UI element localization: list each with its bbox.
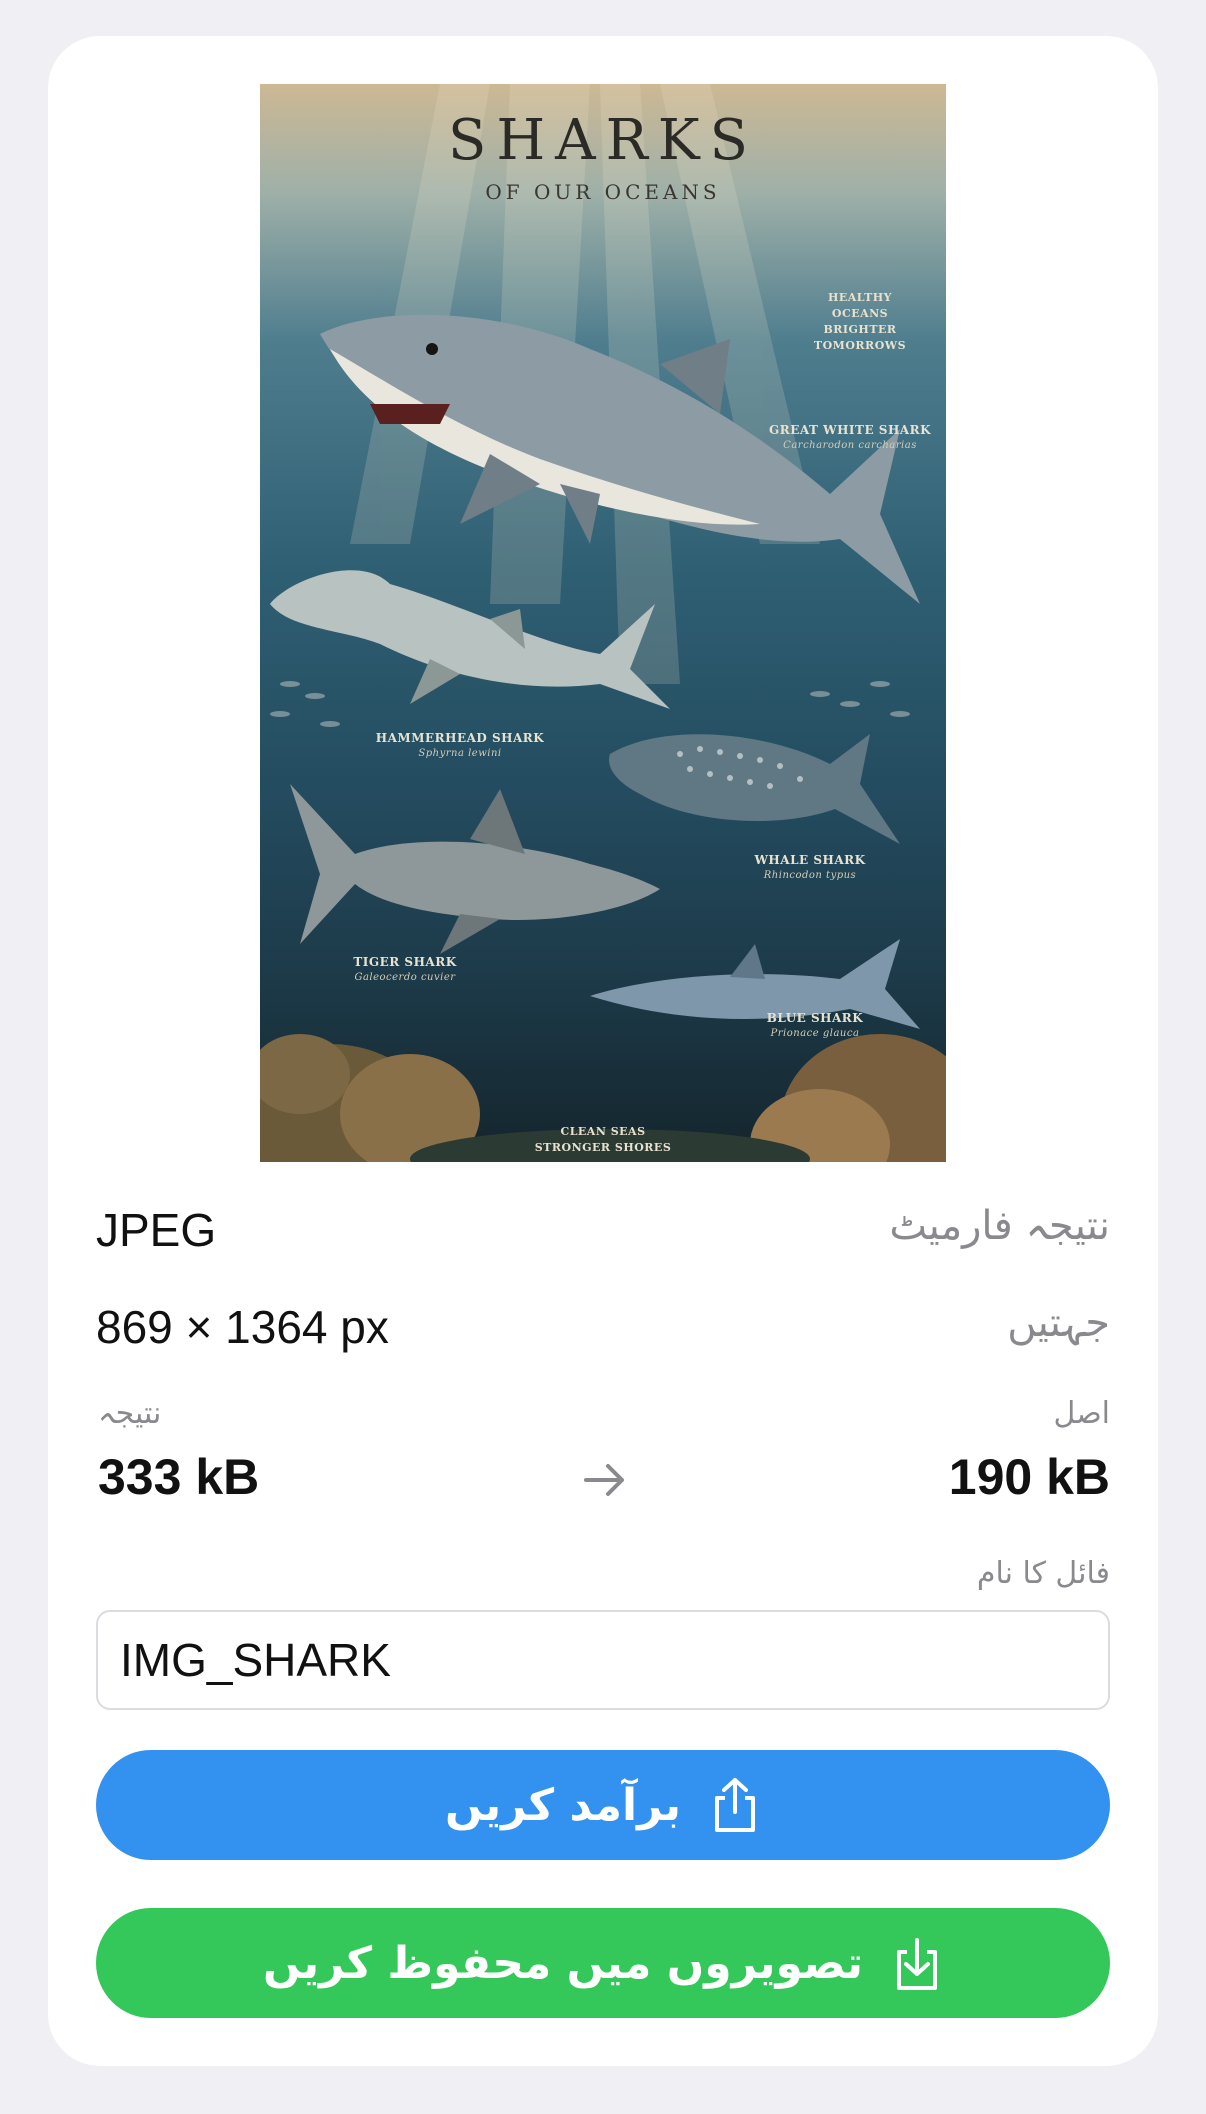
poster-label-whale: WHALE SHARK Rhincodon typus (754, 853, 866, 881)
share-icon (715, 1778, 756, 1832)
result-size-value: 333 kB (98, 1449, 260, 1505)
poster-title: SHARKS (447, 108, 758, 173)
poster-label-tiger: TIGER SHARK Galeocerdo cuvier (353, 955, 457, 983)
whale-shark (609, 734, 900, 844)
format-label: نتیجہ فارمیٹ (889, 1203, 1110, 1249)
school-of-fish (270, 681, 910, 727)
export-label: برآمد کریں (444, 1779, 682, 1831)
save-to-photos-button[interactable]: تصویروں میں محفوظ کریں (96, 1908, 1110, 2018)
poster-tagline: HEALTHY OCEANS BRIGHTER TOMORROWS (813, 291, 907, 352)
format-value: JPEG (96, 1204, 217, 1256)
dimensions-label: جہتیں (1007, 1300, 1110, 1346)
tiger-shark (290, 784, 660, 954)
save-to-photos-icon (897, 1938, 937, 1990)
poster-artwork (260, 84, 946, 1162)
export-button[interactable]: برآمد کریں (96, 1750, 1110, 1860)
filename-label: فائل کا نام (976, 1556, 1110, 1591)
hammerhead-shark (270, 570, 670, 709)
dimensions-row: 869 × 1364 px جہتیں (96, 1300, 1110, 1356)
arrow-right-icon (584, 1464, 624, 1496)
poster-footer: CLEAN SEAS STRONGER SHORES (534, 1125, 672, 1154)
format-row: JPEG نتیجہ فارمیٹ (96, 1203, 1110, 1259)
dimensions-value: 869 × 1364 px (96, 1301, 389, 1353)
filename-input[interactable] (96, 1610, 1110, 1710)
poster-label-hammerhead: HAMMERHEAD SHARK Sphyrna lewini (375, 731, 545, 759)
original-size-value: 190 kB (948, 1449, 1110, 1505)
poster-label-blue: BLUE SHARK Prionace glauca (766, 1011, 864, 1039)
poster-subtitle: OF OUR OCEANS (485, 180, 721, 204)
poster-label-great-white: GREAT WHITE SHARK Carcharodon carcharias (768, 423, 932, 451)
result-size-label: نتیجہ (98, 1396, 162, 1431)
original-size-label: اصل (1053, 1396, 1110, 1431)
image-preview: SHARKS OF OUR OCEANS HEALTHY OCEANS BRIG… (260, 84, 946, 1162)
save-label: تصویروں میں محفوظ کریں (263, 1937, 863, 1989)
